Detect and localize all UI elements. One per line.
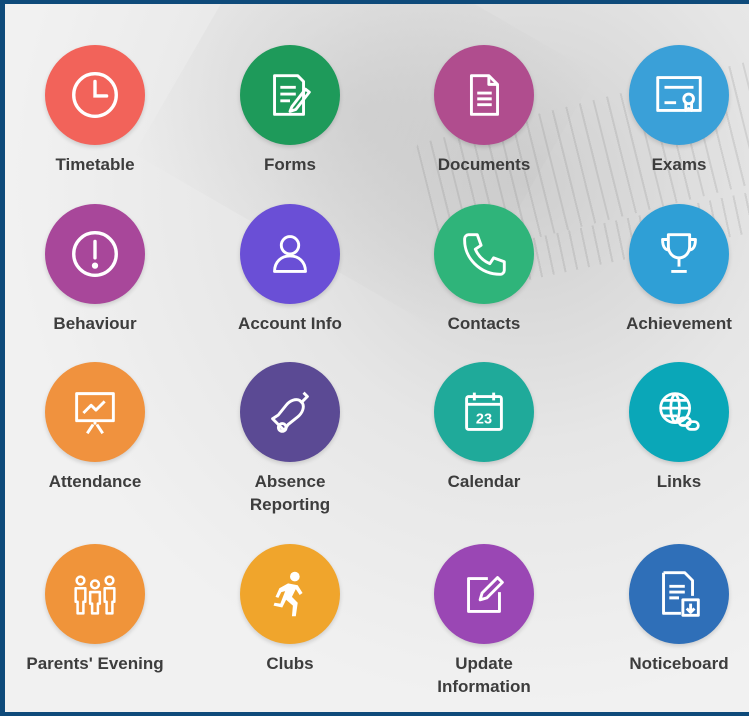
- achievement-button[interactable]: [629, 204, 729, 304]
- tile-behaviour[interactable]: Behaviour: [5, 204, 185, 335]
- clock-icon: [72, 72, 118, 118]
- timetable-button[interactable]: [45, 45, 145, 145]
- update-information-button[interactable]: [434, 544, 534, 644]
- tile-label: Noticeboard: [629, 654, 729, 673]
- noticeboard-button[interactable]: [629, 544, 729, 644]
- tile-label: Documents: [437, 155, 531, 174]
- links-button[interactable]: [629, 362, 729, 462]
- tile-timetable[interactable]: Timetable: [5, 45, 185, 176]
- user-icon: [273, 235, 307, 273]
- exclamation-icon: [72, 231, 118, 277]
- svg-text:23: 23: [476, 412, 492, 428]
- tile-label: Parents' Evening: [26, 654, 164, 673]
- contacts-button[interactable]: [434, 204, 534, 304]
- running-person-icon: [273, 571, 303, 617]
- tile-label: Attendance: [48, 472, 142, 491]
- phone-icon: [463, 233, 506, 276]
- behaviour-button[interactable]: [45, 204, 145, 304]
- document-icon: [469, 74, 499, 116]
- tile-absence-reporting[interactable]: Absence Reporting: [200, 362, 380, 516]
- presentation-chart-icon: [75, 392, 115, 435]
- clubs-button[interactable]: [240, 544, 340, 644]
- tile-forms[interactable]: Forms: [200, 45, 380, 176]
- noticeboard-icon: [662, 571, 700, 617]
- parents-evening-button[interactable]: [45, 544, 145, 644]
- tile-label: Achievement: [626, 314, 732, 333]
- attendance-button[interactable]: [45, 362, 145, 462]
- tile-documents[interactable]: Documents: [394, 45, 574, 176]
- tile-exams[interactable]: Exams: [589, 45, 749, 176]
- calendar-button[interactable]: 23: [434, 362, 534, 462]
- tile-label: Clubs: [266, 654, 314, 673]
- globe-link-icon: [659, 392, 700, 431]
- tile-label: Calendar: [447, 472, 521, 491]
- tile-label: Exams: [651, 155, 707, 174]
- tile-update-information[interactable]: Update Information: [394, 544, 574, 698]
- tile-achievement[interactable]: Achievement: [589, 204, 749, 335]
- absence-reporting-button[interactable]: [240, 362, 340, 462]
- menu-grid: Timetable Forms Documents Exams Behaviou…: [5, 4, 749, 712]
- form-icon: [273, 74, 311, 116]
- people-icon: [74, 575, 116, 615]
- tile-label: Update Information: [437, 654, 531, 696]
- app-frame: Timetable Forms Documents Exams Behaviou…: [0, 0, 749, 716]
- account-info-button[interactable]: [240, 204, 340, 304]
- tile-attendance[interactable]: Attendance: [5, 362, 185, 493]
- edit-icon: [467, 576, 504, 613]
- forms-button[interactable]: [240, 45, 340, 145]
- documents-button[interactable]: [434, 45, 534, 145]
- tile-parents-evening[interactable]: Parents' Evening: [5, 544, 185, 675]
- trophy-icon: [661, 233, 697, 273]
- certificate-icon: [656, 76, 702, 112]
- tile-label: Timetable: [55, 155, 135, 174]
- tile-calendar[interactable]: 23 Calendar: [394, 362, 574, 493]
- tile-label: Links: [656, 472, 702, 491]
- tile-label: Behaviour: [53, 314, 137, 333]
- tile-contacts[interactable]: Contacts: [394, 204, 574, 335]
- tile-noticeboard[interactable]: Noticeboard: [589, 544, 749, 675]
- tile-account-info[interactable]: Account Info: [200, 204, 380, 335]
- tile-label: Absence Reporting: [249, 472, 331, 514]
- tile-links[interactable]: Links: [589, 362, 749, 493]
- exams-button[interactable]: [629, 45, 729, 145]
- calendar-icon: 23: [465, 392, 503, 431]
- tile-label: Contacts: [447, 314, 521, 333]
- tile-label: Account Info: [238, 314, 342, 333]
- tile-label: Forms: [264, 155, 316, 174]
- bell-icon: [271, 391, 309, 433]
- tile-clubs[interactable]: Clubs: [200, 544, 380, 675]
